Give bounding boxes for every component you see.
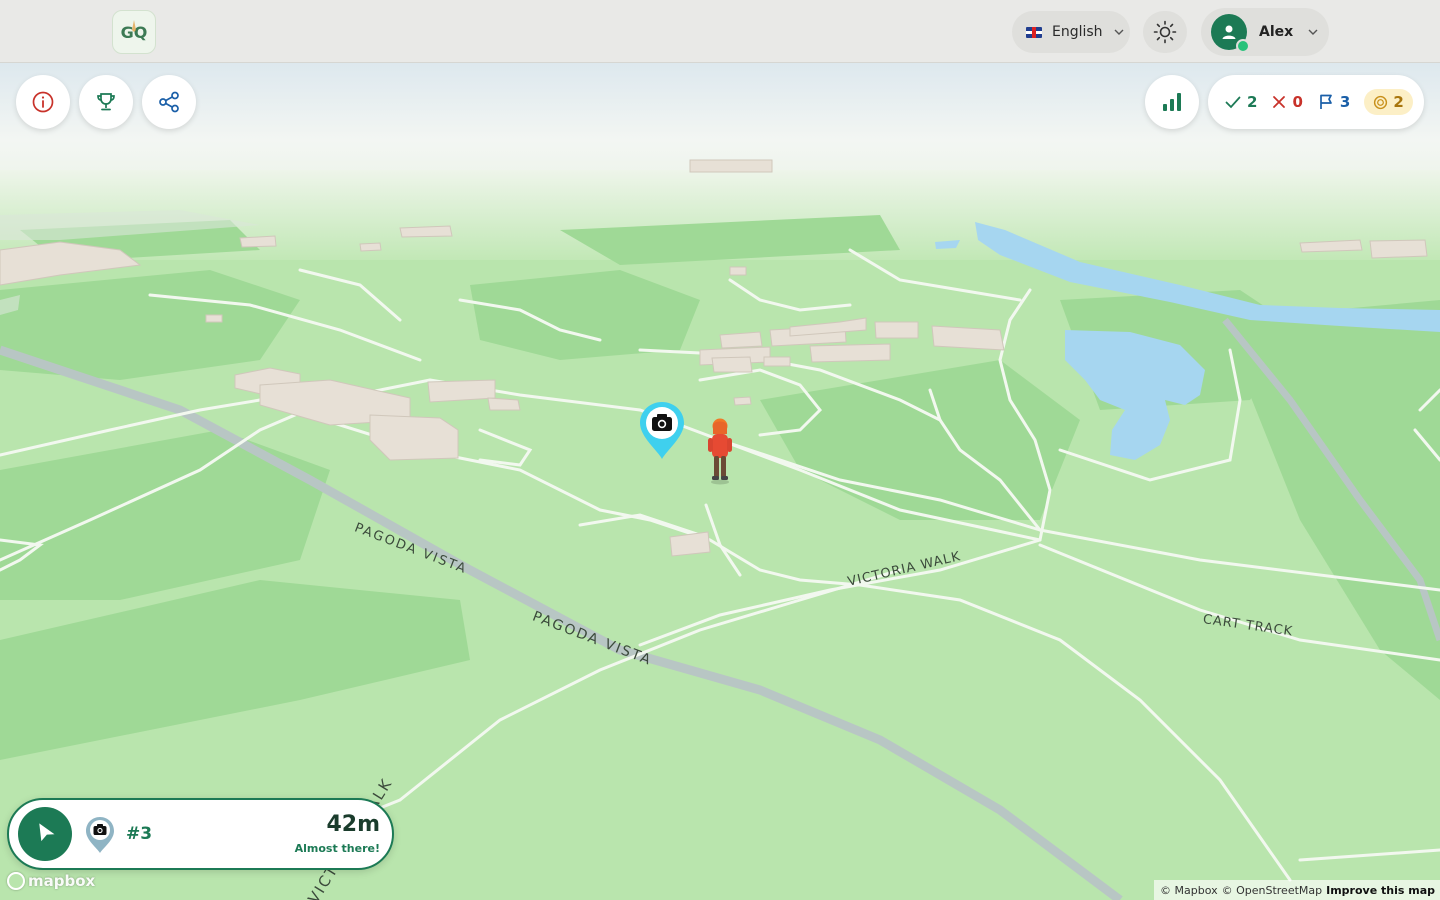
stats-button[interactable]	[1145, 75, 1199, 129]
wrong-count: 0	[1271, 93, 1303, 111]
score-summary[interactable]: 2 0 3 2	[1208, 75, 1424, 129]
sun-icon	[1153, 20, 1177, 44]
mapbox-logo-icon	[7, 872, 25, 890]
correct-count: 2	[1224, 93, 1257, 111]
target-distance: 42m	[326, 812, 380, 837]
player-avatar	[708, 418, 732, 485]
mapbox-attribution-link[interactable]: © Mapbox	[1160, 884, 1218, 897]
coin-icon	[1374, 95, 1388, 109]
chevron-down-icon	[1308, 29, 1318, 35]
osm-attribution-link[interactable]: © OpenStreetMap	[1222, 884, 1323, 897]
language-label: English	[1052, 24, 1103, 40]
bar-chart-icon	[1163, 93, 1181, 111]
coin-count-value: 2	[1393, 93, 1404, 111]
share-icon	[159, 91, 179, 113]
user-icon	[1222, 25, 1236, 39]
flag-count-value: 3	[1339, 93, 1351, 111]
avatar	[1211, 14, 1250, 53]
chevron-down-icon	[1114, 29, 1124, 35]
user-name: Alex	[1259, 24, 1294, 40]
improve-map-link[interactable]: Improve this map	[1326, 884, 1435, 897]
share-button[interactable]	[142, 75, 196, 129]
trophy-icon	[97, 93, 115, 111]
online-status-dot	[1236, 39, 1250, 53]
navigation-arrow-icon	[39, 823, 55, 842]
mapbox-logo-text: mapbox	[28, 872, 96, 890]
mapbox-logo[interactable]: mapbox	[7, 872, 95, 890]
leaderboard-button[interactable]	[79, 75, 133, 129]
target-status: Almost there!	[294, 842, 380, 855]
photo-target-icon	[86, 817, 114, 853]
close-icon	[1273, 96, 1286, 108]
target-card[interactable]: #3 42m Almost there!	[7, 798, 394, 870]
wrong-count-value: 0	[1292, 93, 1303, 111]
app-logo[interactable]: GQ	[112, 10, 156, 54]
flag-count: 3	[1317, 93, 1350, 111]
language-selector[interactable]: English	[1012, 11, 1130, 53]
coin-count: 2	[1364, 89, 1413, 115]
navigate-button[interactable]	[18, 807, 72, 861]
theme-toggle-button[interactable]	[1143, 11, 1187, 53]
uk-flag-icon	[1026, 26, 1042, 38]
photo-location-marker[interactable]	[638, 401, 686, 461]
info-icon	[32, 91, 54, 113]
target-number: #3	[126, 824, 153, 844]
user-menu-button[interactable]: Alex	[1201, 8, 1329, 56]
compass-logo-icon: GQ	[121, 20, 147, 42]
flag-icon	[1320, 94, 1332, 109]
correct-count-value: 2	[1247, 93, 1258, 111]
map-attribution: © Mapbox © OpenStreetMap Improve this ma…	[1154, 880, 1440, 900]
top-bar: GQ English Alex	[0, 0, 1440, 63]
info-button[interactable]	[16, 75, 70, 129]
check-icon	[1225, 96, 1241, 109]
